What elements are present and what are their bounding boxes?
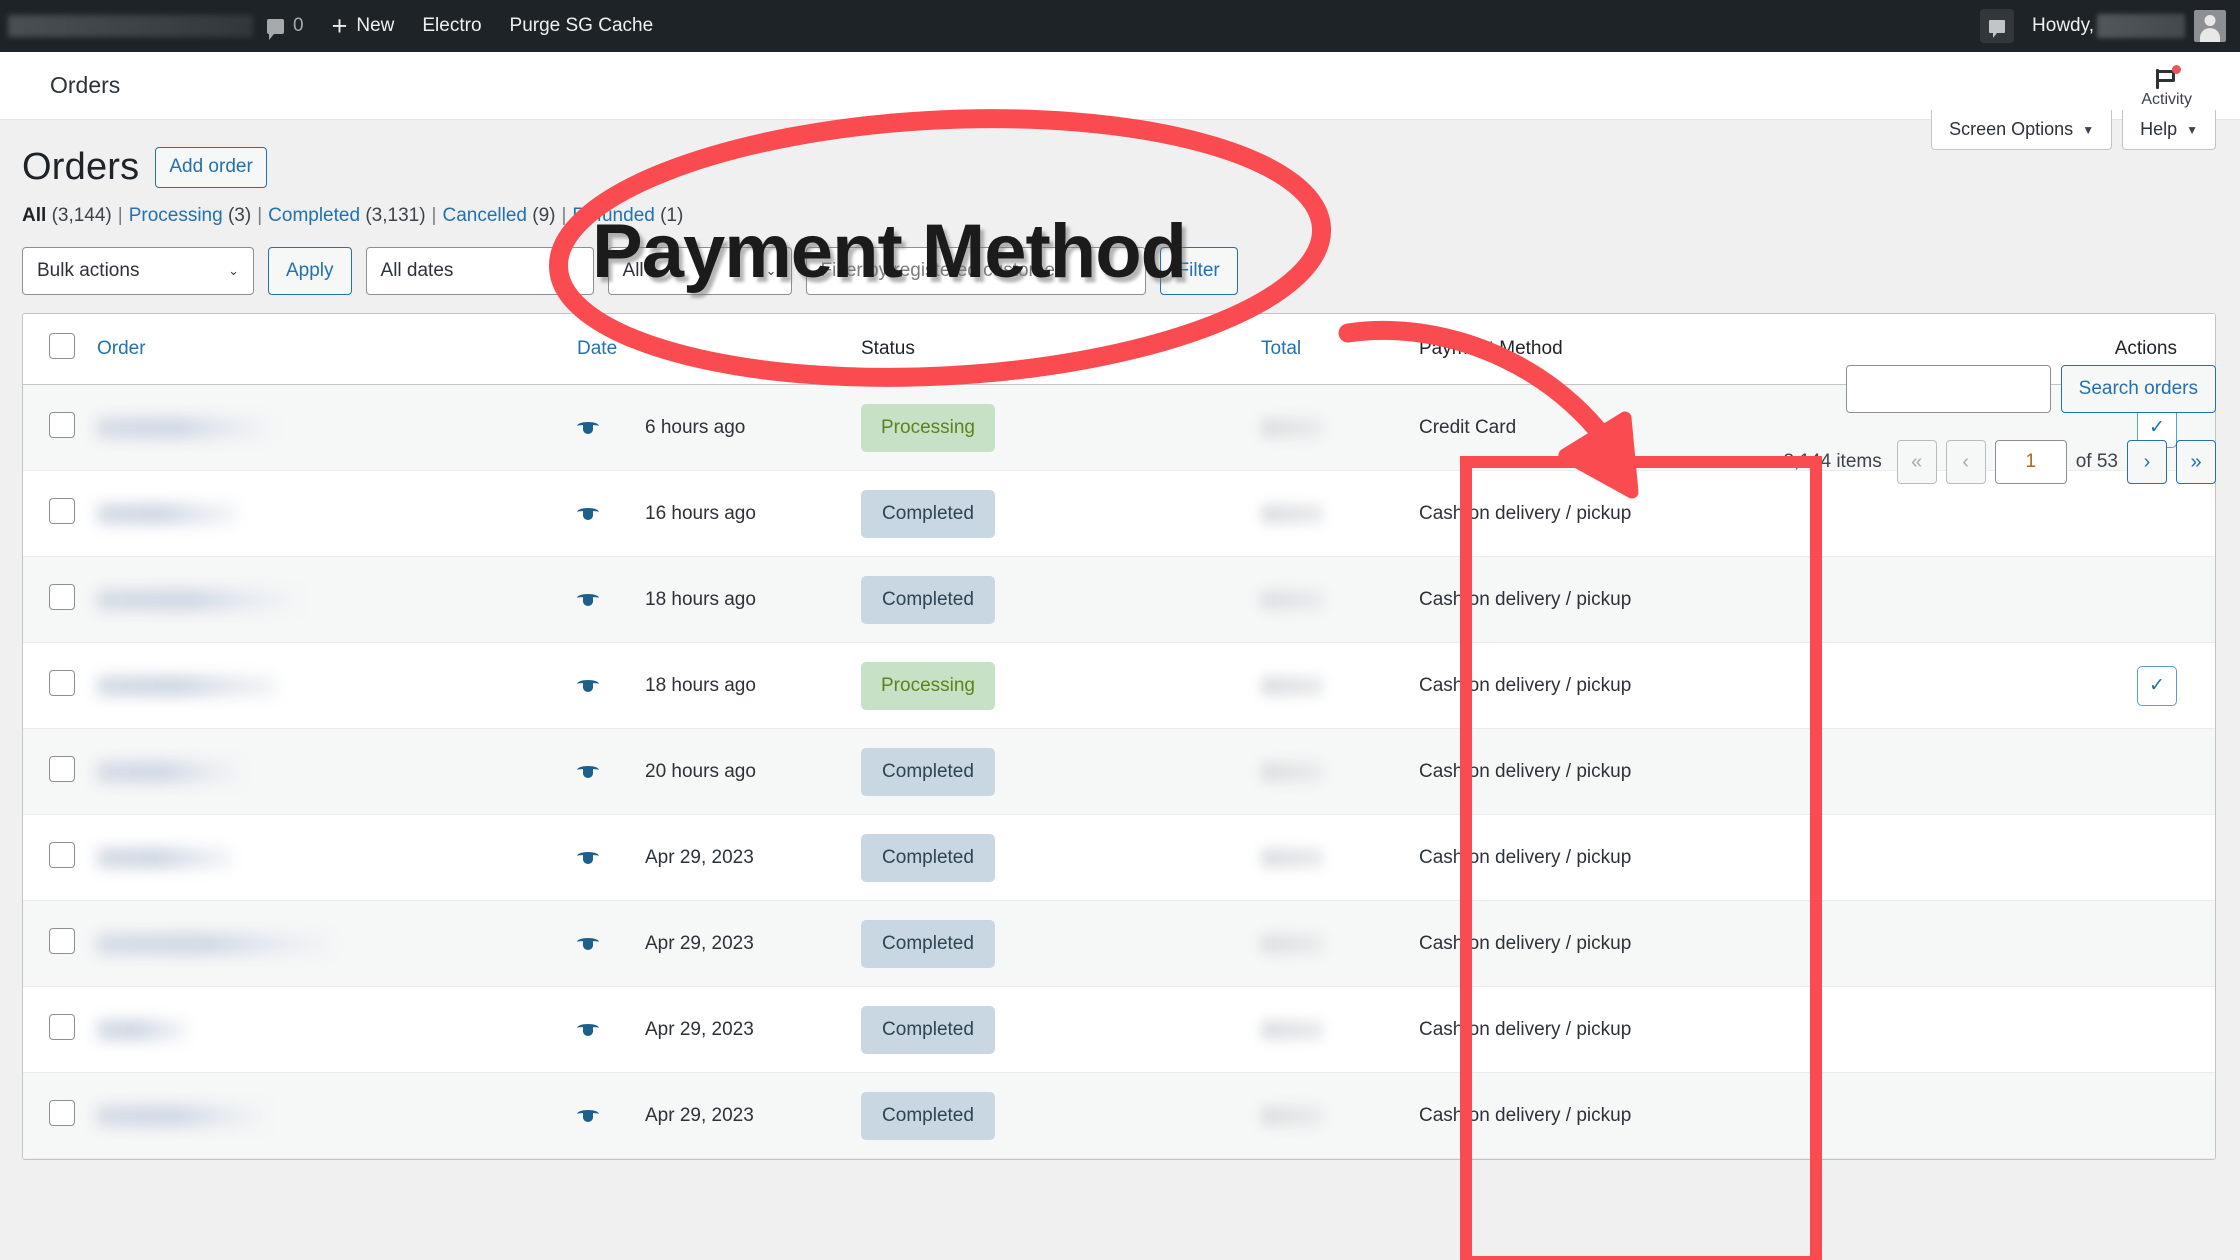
annotation-rect (1460, 456, 1822, 1260)
annotation-arrow-head (1558, 411, 1639, 499)
annotation-callout-text: Payment Method (592, 209, 1187, 294)
orders-screen: 0 + New Electro Purge SG Cache Howdy, Or… (0, 0, 2240, 1260)
annotation-layer (548, 109, 1822, 1260)
